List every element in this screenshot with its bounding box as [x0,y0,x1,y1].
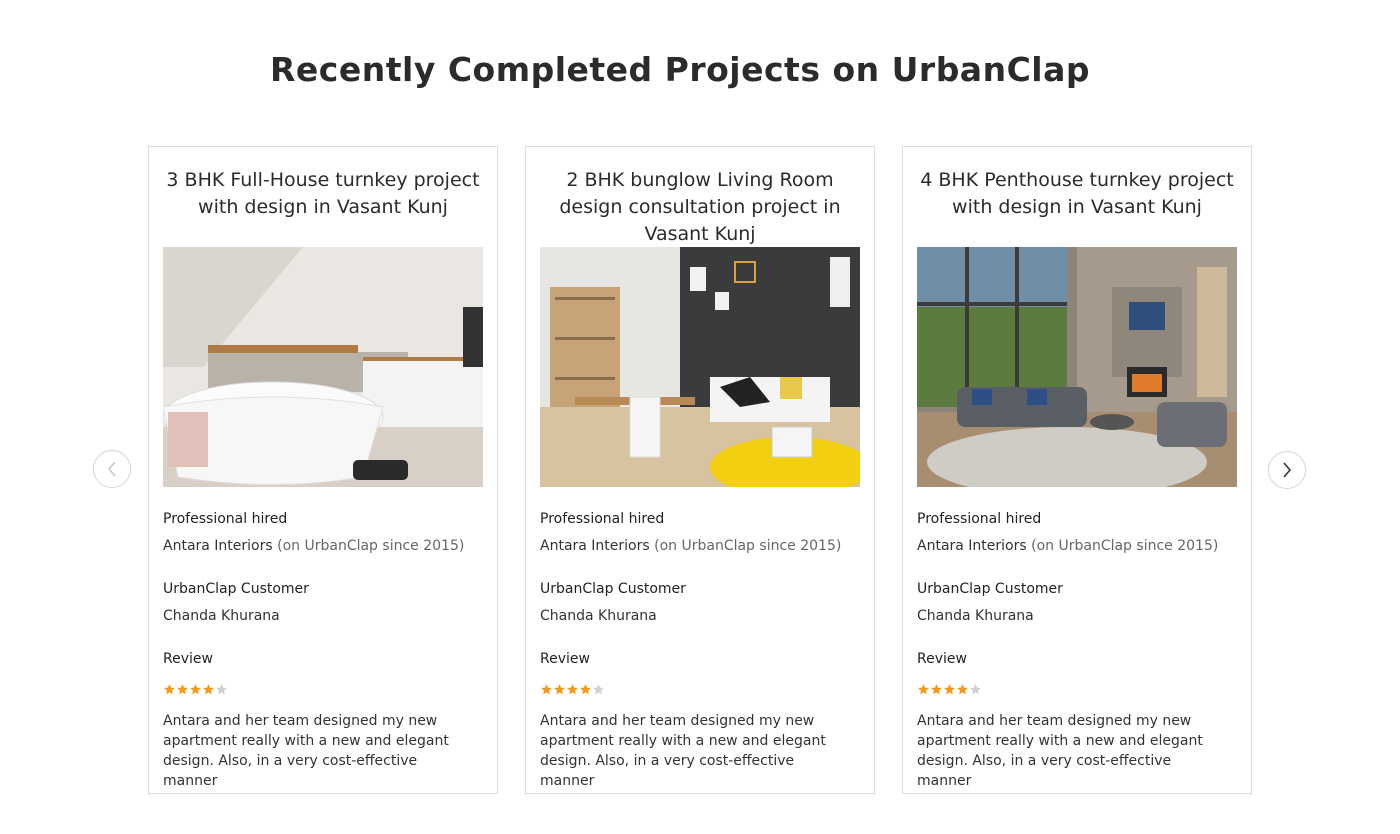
star-empty-icon [970,684,981,695]
professional-label: Professional hired [163,511,288,527]
professional-label: Professional hired [540,511,665,527]
rating-stars [540,683,605,696]
star-filled-icon [944,684,955,695]
carousel-next-button[interactable] [1268,451,1306,489]
star-filled-icon [190,684,201,695]
star-filled-icon [957,684,968,695]
star-filled-icon [580,684,591,695]
star-filled-icon [164,684,175,695]
professional-since: (on UrbanClap since 2015) [654,538,842,554]
review-label: Review [917,651,967,667]
review-text: Antara and her team designed my new apar… [163,713,449,789]
customer-label: UrbanClap Customer [540,581,686,597]
professional-name[interactable]: Antara Interiors [917,538,1027,554]
project-card[interactable]: 2 BHK bunglow Living Room design consult… [525,146,875,794]
project-card[interactable]: 4 BHK Penthouse turnkey project with des… [902,146,1252,794]
living-room-photo[interactable] [540,247,860,487]
professional-name[interactable]: Antara Interiors [163,538,273,554]
star-filled-icon [567,684,578,695]
customer-name: Chanda Khurana [163,608,280,624]
section-heading: Recently Completed Projects on UrbanClap [270,50,1090,89]
review-text: Antara and her team designed my new apar… [917,713,1203,789]
professional-name[interactable]: Antara Interiors [540,538,650,554]
professional-label: Professional hired [917,511,1042,527]
review-label: Review [540,651,590,667]
customer-name: Chanda Khurana [917,608,1034,624]
project-title[interactable]: 3 BHK Full-House turnkey project with de… [163,167,483,227]
customer-label: UrbanClap Customer [163,581,309,597]
rating-stars [917,683,982,696]
customer-name: Chanda Khurana [540,608,657,624]
chevron-right-icon [1283,462,1292,478]
star-filled-icon [931,684,942,695]
review-text: Antara and her team designed my new apar… [540,713,826,789]
star-empty-icon [593,684,604,695]
project-title[interactable]: 2 BHK bunglow Living Room design consult… [540,167,860,245]
customer-label: UrbanClap Customer [917,581,1063,597]
bathroom-photo[interactable] [163,247,483,487]
project-title[interactable]: 4 BHK Penthouse turnkey project with des… [917,167,1237,227]
star-filled-icon [554,684,565,695]
review-label: Review [163,651,213,667]
professional-since: (on UrbanClap since 2015) [277,538,465,554]
star-filled-icon [918,684,929,695]
carousel-prev-button[interactable] [93,450,131,488]
star-filled-icon [203,684,214,695]
penthouse-lounge-photo[interactable] [917,247,1237,487]
professional-since: (on UrbanClap since 2015) [1031,538,1219,554]
star-filled-icon [541,684,552,695]
project-card[interactable]: 3 BHK Full-House turnkey project with de… [148,146,498,794]
star-empty-icon [216,684,227,695]
chevron-left-icon [107,461,116,477]
rating-stars [163,683,228,696]
star-filled-icon [177,684,188,695]
